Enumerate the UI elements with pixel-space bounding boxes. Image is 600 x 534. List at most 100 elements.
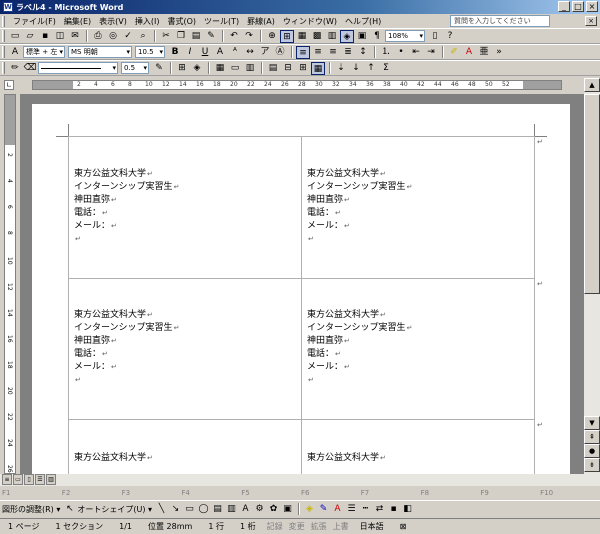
eraser-icon[interactable]: ⌫ <box>23 62 37 75</box>
drawing-icon[interactable]: ◈ <box>340 29 354 43</box>
draw-table-icon[interactable]: ✏ <box>8 62 22 75</box>
status-rec[interactable]: 記録 <box>264 521 286 532</box>
document-map-icon[interactable]: ▣ <box>355 30 369 43</box>
font-color-icon[interactable]: A <box>462 46 476 59</box>
reading-mode-icon[interactable]: ▯ <box>428 30 442 43</box>
scroll-down-icon[interactable]: ▼ <box>584 416 600 430</box>
label-cell[interactable]: 東方公益文科大学↵ <box>74 452 153 465</box>
sort-ascending-icon[interactable]: ↓ <box>349 62 363 75</box>
save-icon[interactable]: ▪ <box>38 30 52 43</box>
increase-indent-icon[interactable]: ⇥ <box>424 46 438 59</box>
toolbar-grip[interactable] <box>2 46 5 58</box>
new-document-icon[interactable]: ▭ <box>8 30 22 43</box>
text-direction-icon[interactable]: ⇣ <box>334 62 348 75</box>
table-autoformat-icon[interactable]: ▦ <box>311 61 325 75</box>
fkey-f7[interactable]: F7 <box>361 489 421 497</box>
status-trk[interactable]: 変更 <box>286 521 308 532</box>
email-icon[interactable]: ✉ <box>68 30 82 43</box>
menu-help[interactable]: ヘルプ(H) <box>341 16 385 27</box>
underline-button[interactable]: U <box>198 46 212 59</box>
paste-icon[interactable]: ▤ <box>189 30 203 43</box>
permission-icon[interactable]: ◫ <box>53 30 67 43</box>
menu-tools[interactable]: ツール(T) <box>200 16 243 27</box>
print-layout-icon[interactable]: ▯ <box>24 474 34 485</box>
fkey-f6[interactable]: F6 <box>301 489 361 497</box>
copy-icon[interactable]: ❐ <box>174 30 188 43</box>
autosum-icon[interactable]: Σ <box>379 62 393 75</box>
print-preview-icon[interactable]: ◎ <box>106 30 120 43</box>
border-color-icon[interactable]: ✎ <box>152 62 166 75</box>
format-painter-icon[interactable]: ✎ <box>204 30 218 43</box>
next-page-icon[interactable]: ⇟ <box>584 458 600 472</box>
horizontal-ruler[interactable]: 2 4 6 8 10 12 14 16 18 20 22 24 26 28 30 32 34 36 38 40 42 44… <box>32 80 562 90</box>
undo-icon[interactable]: ↶ <box>227 30 241 43</box>
horizontal-scrollbar[interactable]: ≡ ▭ ▯ ☰ ▥ <box>0 474 600 486</box>
align-right-icon[interactable]: ≡ <box>326 46 340 59</box>
shading-color-icon[interactable]: ◈ <box>190 62 204 75</box>
menu-format[interactable]: 書式(O) <box>163 16 200 27</box>
status-ovr[interactable]: 上書 <box>330 521 352 532</box>
fkey-f3[interactable]: F3 <box>122 489 182 497</box>
fkey-f5[interactable]: F5 <box>241 489 301 497</box>
line-spacing-icon[interactable]: ↕ <box>356 46 370 59</box>
italic-button[interactable]: I <box>183 46 197 59</box>
label-cell[interactable]: 東方公益文科大学↵ インターンシップ実習生↵ 神田直弥↵ 電話：↵ メール：↵ … <box>74 168 179 246</box>
line-color-icon[interactable]: ✎ <box>317 503 330 516</box>
distributed-icon[interactable]: ≣ <box>341 46 355 59</box>
font-size-select[interactable]: 10.5 <box>135 46 165 58</box>
select-objects-icon[interactable]: ↖ <box>63 503 76 516</box>
line-icon[interactable]: ╲ <box>155 503 168 516</box>
insert-excel-icon[interactable]: ▩ <box>310 30 324 43</box>
more-buttons-icon[interactable]: » <box>492 46 506 59</box>
font-select[interactable]: MS 明朝 <box>68 46 132 58</box>
arrow-icon[interactable]: ↘ <box>169 503 182 516</box>
scroll-thumb[interactable] <box>584 94 600 294</box>
columns-icon[interactable]: ▥ <box>325 30 339 43</box>
vertical-scrollbar[interactable]: ▲ ▼ ⇞ ● ⇟ <box>584 78 600 474</box>
hyperlink-icon[interactable]: ⊕ <box>265 30 279 43</box>
borders-icon[interactable]: ⊞ <box>175 62 189 75</box>
label-cell[interactable]: 東方公益文科大学↵ <box>307 452 386 465</box>
vertical-ruler[interactable]: 2 4 6 8 10 12 14 16 18 20 22 24 26 <box>4 94 16 474</box>
oval-icon[interactable]: ◯ <box>197 503 210 516</box>
numbering-icon[interactable]: ⒈ <box>379 46 393 59</box>
draw-font-color-icon[interactable]: A <box>331 503 344 516</box>
tab-selector[interactable]: ∟ <box>4 80 14 90</box>
research-icon[interactable]: ⌕ <box>136 30 150 43</box>
clipart-icon[interactable]: ✿ <box>267 503 280 516</box>
fkey-f10[interactable]: F10 <box>540 489 600 497</box>
reading-layout-icon[interactable]: ▥ <box>46 474 56 485</box>
menu-window[interactable]: ウィンドウ(W) <box>279 16 341 27</box>
vertical-text-box-icon[interactable]: ▥ <box>225 503 238 516</box>
highlight-icon[interactable]: ✐ <box>447 46 461 59</box>
fkey-f4[interactable]: F4 <box>181 489 241 497</box>
autoshapes-button[interactable]: オートシェイプ(U) ▾ <box>77 504 152 515</box>
spelling-icon[interactable]: ✓ <box>121 30 135 43</box>
char-shading-icon[interactable]: ᴬ <box>228 46 242 59</box>
menu-edit[interactable]: 編集(E) <box>60 16 95 27</box>
minimize-button[interactable]: _ <box>558 1 570 12</box>
enclose-char-icon[interactable]: Ⓐ <box>273 46 287 59</box>
normal-view-icon[interactable]: ≡ <box>2 474 12 485</box>
label-cell[interactable]: 東方公益文科大学↵ インターンシップ実習生↵ 神田直弥↵ 電話：↵ メール：↵ … <box>307 168 412 246</box>
document-close-button[interactable]: × <box>585 16 597 26</box>
fill-color-icon[interactable]: ◈ <box>303 503 316 516</box>
help-search-input[interactable]: 質問を入力してください <box>450 15 550 27</box>
toolbar-grip[interactable] <box>2 62 5 74</box>
toolbar-grip[interactable] <box>2 30 5 42</box>
dash-style-icon[interactable]: ┅ <box>359 503 372 516</box>
document-page[interactable]: ↵ ↵ ↵ 東方公益文科大学↵ インターンシップ実習生↵ 神田直弥↵ 電話：↵ … <box>32 104 570 474</box>
tables-borders-icon[interactable]: ⊞ <box>280 29 294 43</box>
previous-page-icon[interactable]: ⇞ <box>584 430 600 444</box>
bold-button[interactable]: B <box>168 46 182 59</box>
spelling-status-icon[interactable]: ⊠ <box>392 522 415 531</box>
menu-table[interactable]: 罫線(A) <box>243 16 279 27</box>
text-box-icon[interactable]: ▤ <box>211 503 224 516</box>
word-app-icon[interactable]: W <box>3 2 13 12</box>
menubar-grip[interactable] <box>2 15 5 27</box>
sort-descending-icon[interactable]: ↑ <box>364 62 378 75</box>
open-folder-icon[interactable]: ▱ <box>23 30 37 43</box>
label-cell[interactable]: 東方公益文科大学↵ インターンシップ実習生↵ 神田直弥↵ 電話：↵ メール：↵ … <box>307 309 412 387</box>
close-button[interactable]: × <box>586 1 598 12</box>
browse-object-icon[interactable]: ● <box>584 444 600 458</box>
